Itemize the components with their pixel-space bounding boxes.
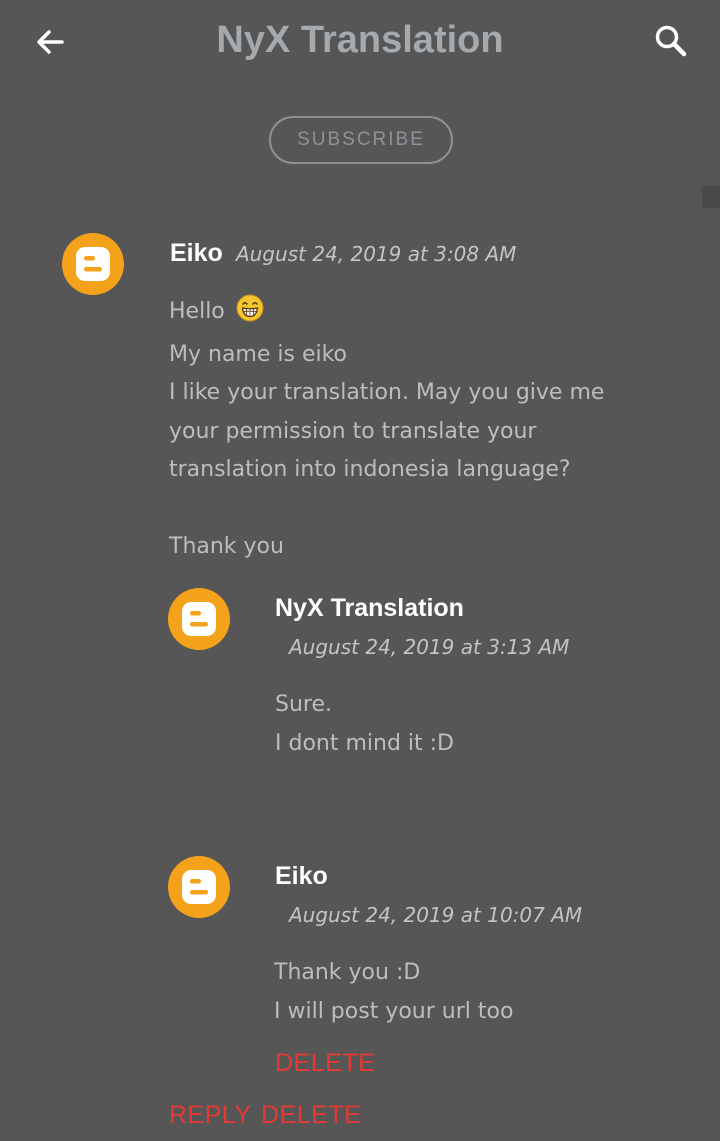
comment-line: I like your translation. May you give me [169, 380, 605, 405]
comment-line: My name is eiko [169, 341, 348, 367]
reply-body: Thank you :D I will post your url too [274, 954, 513, 1031]
scrollbar-thumb[interactable] [702, 186, 720, 208]
reply-body: Sure. I dont mind it :D [275, 686, 454, 763]
blogger-icon [76, 247, 110, 281]
comment-timestamp[interactable]: August 24, 2019 at 3:08 AM [236, 241, 516, 267]
comment-line: your permission to translate your [169, 418, 537, 444]
avatar[interactable] [62, 233, 124, 295]
blogger-icon [182, 870, 216, 904]
avatar[interactable] [168, 588, 230, 650]
delete-reply-button[interactable]: DELETE [275, 1048, 375, 1078]
comment-line [169, 490, 604, 529]
reply-author[interactable]: Eiko [275, 861, 328, 891]
delete-comment-button[interactable]: DELETE [261, 1100, 361, 1130]
avatar[interactable] [168, 856, 230, 918]
reply-line: I will post your url too [274, 998, 514, 1024]
reply-button[interactable]: REPLY [169, 1100, 252, 1130]
arrow-left-icon [37, 30, 64, 54]
comment-line: translation into indonesia language? [169, 457, 571, 482]
reply-line: Sure. [275, 692, 332, 717]
comment-line: Hello [169, 293, 604, 336]
comment-body: Hello My name is eiko I like your transl… [169, 293, 604, 567]
page-title: NyX Translation [216, 19, 504, 61]
back-button[interactable] [28, 20, 72, 64]
reply-timestamp[interactable]: August 24, 2019 at 3:13 AM [289, 634, 569, 660]
search-button[interactable] [648, 18, 694, 64]
reply-timestamp[interactable]: August 24, 2019 at 10:07 AM [289, 902, 582, 928]
search-icon [655, 25, 687, 57]
comment-line: Thank you [169, 534, 284, 559]
grinning-face-emoji [236, 294, 264, 336]
reply-author[interactable]: NyX Translation [275, 593, 464, 623]
blogger-icon [182, 602, 216, 636]
reply-line: Thank you :D [274, 960, 421, 985]
subscribe-button[interactable]: SUBSCRIBE [269, 116, 453, 164]
comment-author[interactable]: Eiko [170, 238, 223, 268]
reply-line: I dont mind it :D [275, 730, 454, 756]
app-header: NyX Translation [0, 0, 720, 82]
